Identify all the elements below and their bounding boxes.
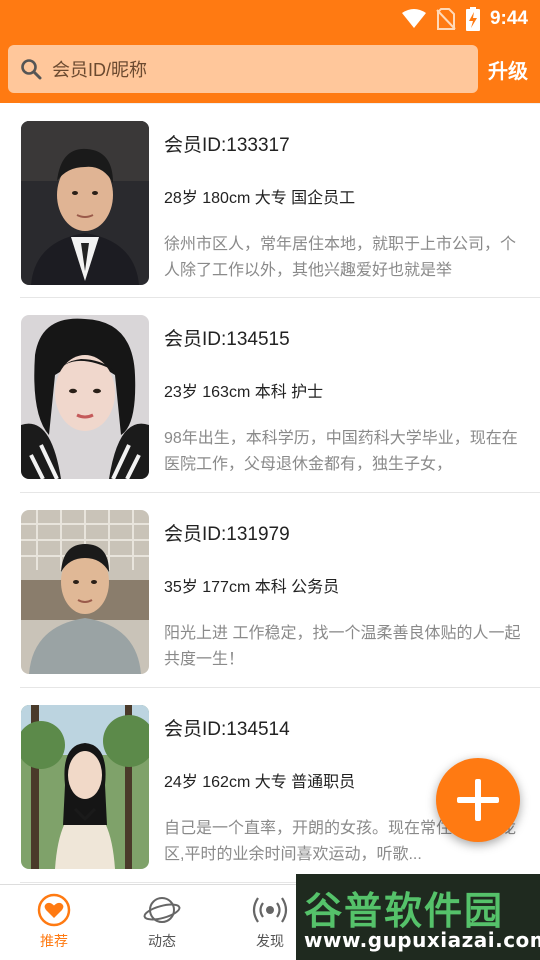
nav-item-moments[interactable]: 动态	[122, 893, 202, 951]
watermark-title: 谷普软件园	[304, 889, 505, 933]
nav-item-recommend[interactable]: 推荐	[14, 893, 94, 951]
member-card[interactable]: 会员ID:131979 35岁 177cm 本科 公务员 阳光上进 工作稳定，找…	[20, 493, 540, 688]
add-button[interactable]	[436, 758, 520, 842]
member-meta: 28岁 180cm 大专 国企员工	[164, 190, 356, 207]
card-body: 会员ID:133317 28岁 180cm 大专 国企员工 徐州市区人，常年居住…	[164, 130, 526, 284]
watermark: 谷普软件园 www.gupuxiazai.com	[296, 874, 540, 960]
status-bar: 9:44	[0, 0, 540, 38]
search-icon	[21, 59, 42, 80]
avatar[interactable]	[21, 315, 149, 479]
nav-label-discover: 发现	[256, 933, 284, 949]
wifi-icon	[401, 9, 426, 28]
member-intro: 徐州市区人，常年居住本地，就职于上市公司，个人除了工作以外，其他兴趣爱好也就是举	[164, 236, 517, 279]
search-row: 会员ID/昵称 升级	[8, 45, 532, 93]
card-body: 会员ID:131979 35岁 177cm 本科 公务员 阳光上进 工作稳定，找…	[164, 519, 526, 673]
plus-icon	[457, 779, 499, 821]
watermark-url: www.gupuxiazai.com	[304, 928, 540, 952]
heart-icon	[37, 893, 71, 927]
member-card[interactable]: 会员ID:133317 28岁 180cm 大专 国企员工 徐州市区人，常年居住…	[20, 103, 540, 298]
member-id: 会员ID:134515	[164, 329, 290, 350]
nav-label-recommend: 推荐	[40, 933, 68, 949]
member-id: 会员ID:131979	[164, 524, 290, 545]
avatar[interactable]	[21, 121, 149, 285]
broadcast-icon	[252, 897, 288, 923]
nav-label-moments: 动态	[148, 933, 176, 949]
planet-icon	[143, 897, 181, 923]
member-id: 会员ID:133317	[164, 135, 290, 156]
avatar[interactable]	[21, 705, 149, 869]
battery-charging-icon	[465, 7, 480, 31]
search-input[interactable]: 会员ID/昵称	[8, 45, 478, 93]
card-body: 会员ID:134515 23岁 163cm 本科 护士 98年出生，本科学历，中…	[164, 324, 526, 478]
member-card[interactable]: 会员ID:134515 23岁 163cm 本科 护士 98年出生，本科学历，中…	[20, 298, 540, 493]
search-placeholder: 会员ID/昵称	[52, 60, 148, 80]
app-header: 9:44 会员ID/昵称 升级	[0, 0, 540, 103]
avatar[interactable]	[21, 510, 149, 674]
member-intro: 阳光上进 工作稳定，找一个温柔善良体贴的人一起共度一生！	[164, 625, 521, 668]
member-id: 会员ID:134514	[164, 719, 290, 740]
member-meta: 35岁 177cm 本科 公务员	[164, 579, 340, 596]
upgrade-button[interactable]: 升级	[488, 55, 528, 84]
member-meta: 23岁 163cm 本科 护士	[164, 384, 324, 401]
status-icons: 9:44	[401, 6, 528, 32]
status-time: 9:44	[489, 8, 528, 29]
no-sim-icon	[436, 8, 456, 30]
member-intro: 98年出生，本科学历，中国药科大学毕业，现在在医院工作，父母退休金都有，独生子女…	[164, 430, 518, 473]
